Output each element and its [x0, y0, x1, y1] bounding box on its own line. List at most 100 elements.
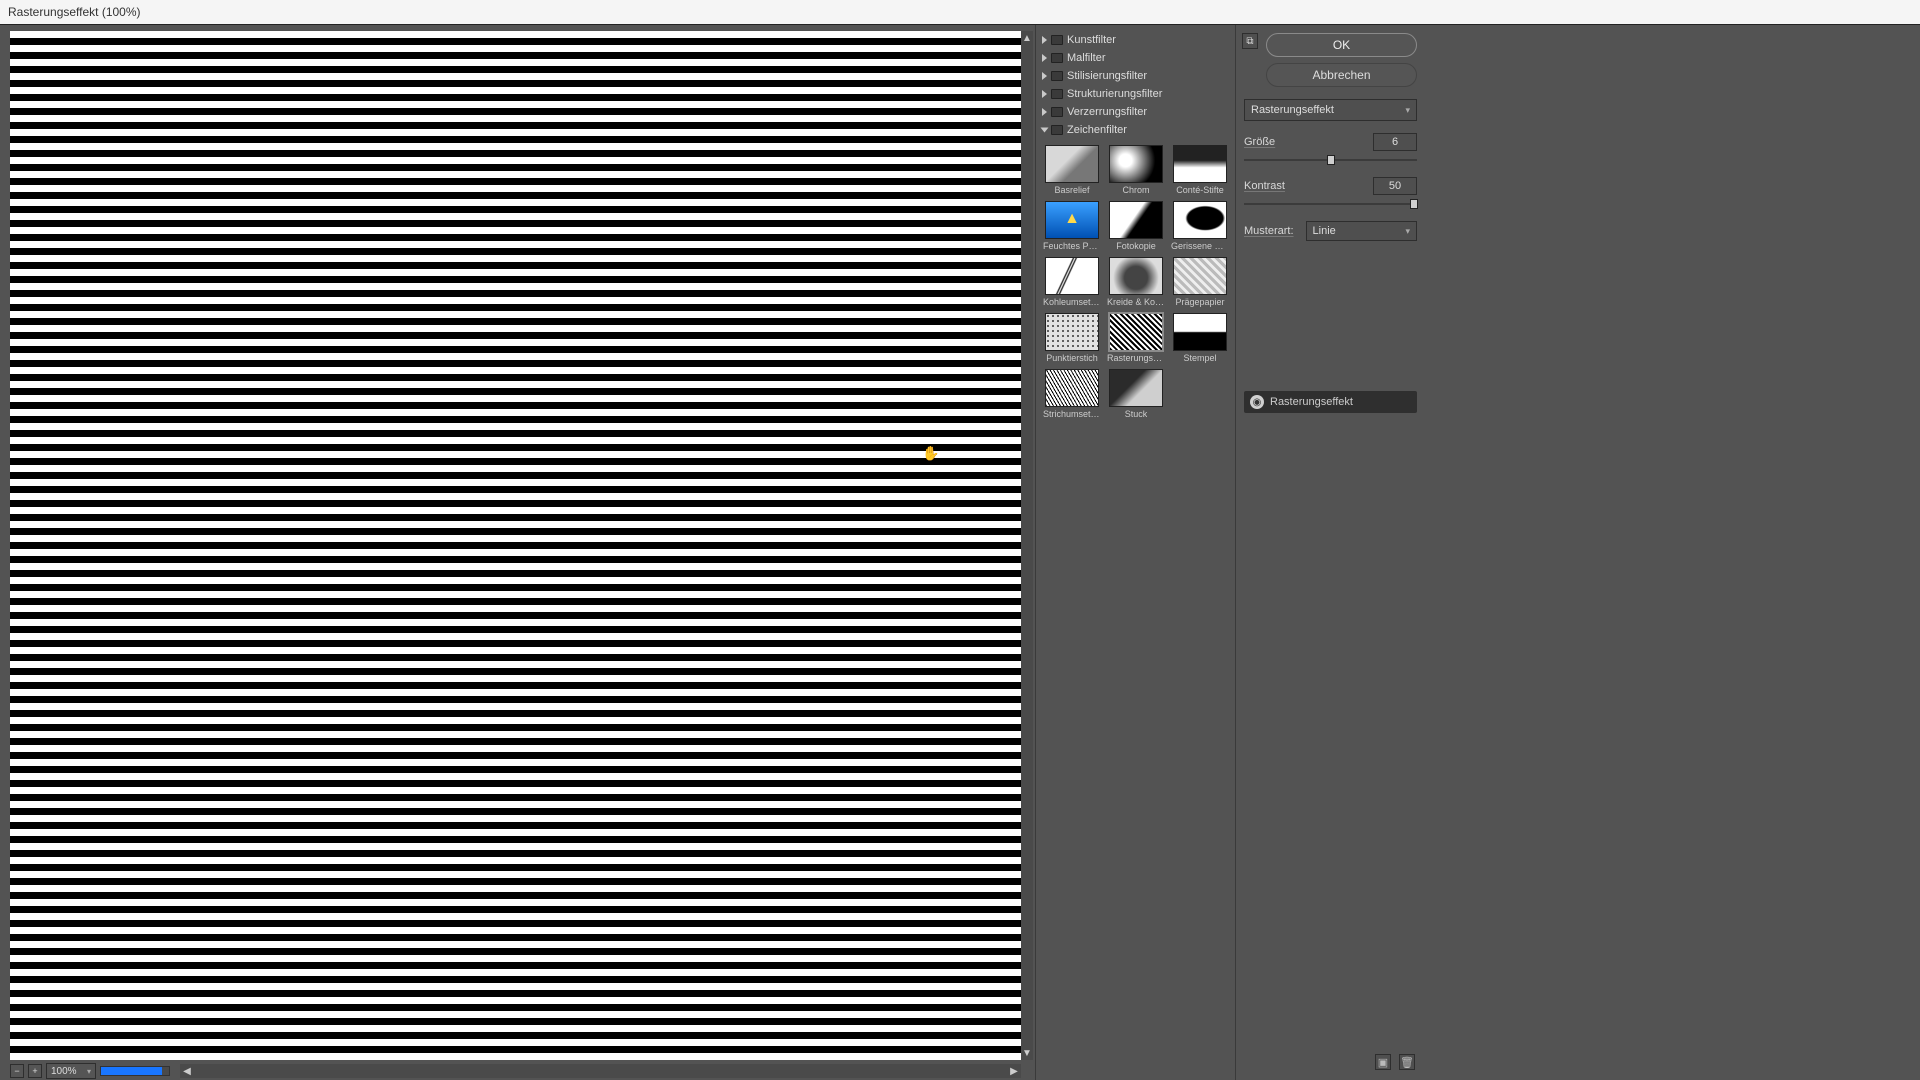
chevron-right-icon: [1042, 36, 1047, 44]
thumb-label: Feuchtes Papier: [1043, 241, 1101, 251]
filter-thumb-stempel[interactable]: Stempel: [1172, 313, 1228, 363]
thumb-label: Rasterungseffekt: [1107, 353, 1165, 363]
param-size-input[interactable]: 6: [1373, 133, 1417, 151]
filter-select-dropdown[interactable]: Rasterungseffekt: [1244, 99, 1417, 121]
category-zeichenfilter[interactable]: Zeichenfilter: [1040, 121, 1231, 139]
thumb-preview: [1109, 369, 1163, 407]
filter-thumb-rasterungseffekt[interactable]: Rasterungseffekt: [1108, 313, 1164, 363]
thumb-label: Strichumsetzung: [1043, 409, 1101, 419]
zoom-level-value: 100%: [51, 1066, 77, 1077]
effect-layer-list: ◉ Rasterungseffekt: [1244, 391, 1417, 413]
thumb-preview: [1173, 201, 1227, 239]
filter-category-panel: Kunstfilter Malfilter Stilisierungsfilte…: [1035, 25, 1235, 1080]
thumb-preview: [1109, 257, 1163, 295]
thumb-preview: [1109, 313, 1163, 351]
param-contrast-label: Kontrast: [1244, 180, 1285, 192]
zoom-out-button[interactable]: −: [10, 1064, 24, 1078]
category-stilisierungsfilter[interactable]: Stilisierungsfilter: [1040, 67, 1231, 85]
effect-layer-row[interactable]: ◉ Rasterungseffekt: [1244, 391, 1417, 413]
filter-thumb-conte-stifte[interactable]: Conté-Stifte: [1172, 145, 1228, 195]
cancel-label: Abbrechen: [1312, 68, 1370, 82]
param-contrast-input[interactable]: 50: [1373, 177, 1417, 195]
delete-effect-layer-button[interactable]: 🗑: [1399, 1054, 1415, 1070]
param-pattern-label: Musterart:: [1244, 225, 1294, 237]
category-label: Stilisierungsfilter: [1067, 70, 1147, 82]
slider-thumb[interactable]: [1327, 155, 1335, 165]
preview-canvas[interactable]: ✋: [10, 31, 1021, 1060]
empty-gutter: [1425, 25, 1920, 1080]
window-title: Rasterungseffekt (100%): [0, 0, 1920, 24]
filter-thumb-feuchtes-papier[interactable]: Feuchtes Papier: [1044, 201, 1100, 251]
thumb-preview: [1045, 145, 1099, 183]
thumb-label: Kohleumsetzung: [1043, 297, 1101, 307]
scroll-left-icon[interactable]: ◀: [180, 1064, 194, 1078]
effect-layer-name: Rasterungseffekt: [1270, 396, 1353, 408]
filter-thumb-punktierstich[interactable]: Punktierstich: [1044, 313, 1100, 363]
filter-thumb-strichumsetzung[interactable]: Strichumsetzung: [1044, 369, 1100, 419]
param-size-label: Größe: [1244, 136, 1275, 148]
hand-cursor-icon: ✋: [922, 445, 939, 462]
thumb-label: Punktierstich: [1046, 353, 1098, 363]
param-pattern-dropdown[interactable]: Linie: [1306, 221, 1417, 241]
scroll-down-icon[interactable]: ▼: [1021, 1046, 1033, 1060]
filter-thumb-stuck[interactable]: Stuck: [1108, 369, 1164, 419]
folder-icon: [1051, 53, 1063, 63]
zoom-in-button[interactable]: +: [28, 1064, 42, 1078]
category-strukturierungsfilter[interactable]: Strukturierungsfilter: [1040, 85, 1231, 103]
chevron-down-icon: [1041, 128, 1049, 133]
category-kunstfilter[interactable]: Kunstfilter: [1040, 31, 1231, 49]
ok-button[interactable]: OK: [1266, 33, 1417, 57]
param-contrast-slider[interactable]: [1244, 197, 1417, 211]
folder-icon: [1051, 89, 1063, 99]
category-malfilter[interactable]: Malfilter: [1040, 49, 1231, 67]
thumb-preview: [1045, 257, 1099, 295]
vertical-scrollbar[interactable]: ▲ ▼: [1021, 31, 1033, 1060]
thumb-label: Prägepapier: [1175, 297, 1224, 307]
category-label: Kunstfilter: [1067, 34, 1116, 46]
filter-thumb-kreide-kohle[interactable]: Kreide & Kohle: [1108, 257, 1164, 307]
param-size-slider[interactable]: [1244, 153, 1417, 167]
chevron-right-icon: [1042, 54, 1047, 62]
horizontal-scrollbar[interactable]: ◀ ▶: [180, 1064, 1021, 1078]
category-label: Zeichenfilter: [1067, 124, 1127, 136]
slider-thumb[interactable]: [1410, 199, 1418, 209]
scroll-up-icon[interactable]: ▲: [1021, 31, 1033, 45]
folder-icon: [1051, 71, 1063, 81]
thumb-label: Conté-Stifte: [1176, 185, 1224, 195]
param-pattern-value: Linie: [1313, 225, 1336, 237]
thumb-preview: [1045, 201, 1099, 239]
filter-thumb-praegepapier[interactable]: Prägepapier: [1172, 257, 1228, 307]
settings-panel: ⧉ OK Abbrechen Rasterungseffekt Größe 6 …: [1235, 25, 1425, 1080]
filter-thumb-gerissene-kanten[interactable]: Gerissene Kanten: [1172, 201, 1228, 251]
chevron-right-icon: [1042, 108, 1047, 116]
thumb-label: Fotokopie: [1116, 241, 1156, 251]
category-label: Verzerrungsfilter: [1067, 106, 1147, 118]
filter-select-value: Rasterungseffekt: [1251, 104, 1334, 116]
thumb-preview: [1109, 201, 1163, 239]
cancel-button[interactable]: Abbrechen: [1266, 63, 1417, 87]
chevron-right-icon: [1042, 72, 1047, 80]
zoom-level-dropdown[interactable]: 100%: [46, 1063, 96, 1079]
folder-icon: [1051, 35, 1063, 45]
scroll-right-icon[interactable]: ▶: [1007, 1064, 1021, 1078]
thumb-preview: [1173, 257, 1227, 295]
new-effect-layer-button[interactable]: ▣: [1375, 1054, 1391, 1070]
thumb-label: Chrom: [1122, 185, 1149, 195]
category-label: Strukturierungsfilter: [1067, 88, 1162, 100]
filter-thumb-kohleumsetzung[interactable]: Kohleumsetzung: [1044, 257, 1100, 307]
filter-thumb-fotokopie[interactable]: Fotokopie: [1108, 201, 1164, 251]
category-label: Malfilter: [1067, 52, 1106, 64]
thumb-preview: [1173, 145, 1227, 183]
filter-thumbnail-grid: Basrelief Chrom Conté-Stifte Feuchtes Pa…: [1040, 139, 1231, 421]
thumb-preview: [1173, 313, 1227, 351]
toggle-panel-icon[interactable]: ⧉: [1242, 33, 1258, 49]
preview-area: ✋ ▲ ▼ − + 100% ◀ ▶: [0, 25, 1035, 1080]
thumb-preview: [1045, 313, 1099, 351]
title-text: Rasterungseffekt (100%): [8, 5, 141, 19]
visibility-toggle-icon[interactable]: ◉: [1250, 395, 1264, 409]
filter-thumb-chrom[interactable]: Chrom: [1108, 145, 1164, 195]
filter-thumb-basrelief[interactable]: Basrelief: [1044, 145, 1100, 195]
progress-bar: [100, 1066, 170, 1076]
category-verzerrungsfilter[interactable]: Verzerrungsfilter: [1040, 103, 1231, 121]
thumb-label: Kreide & Kohle: [1107, 297, 1165, 307]
